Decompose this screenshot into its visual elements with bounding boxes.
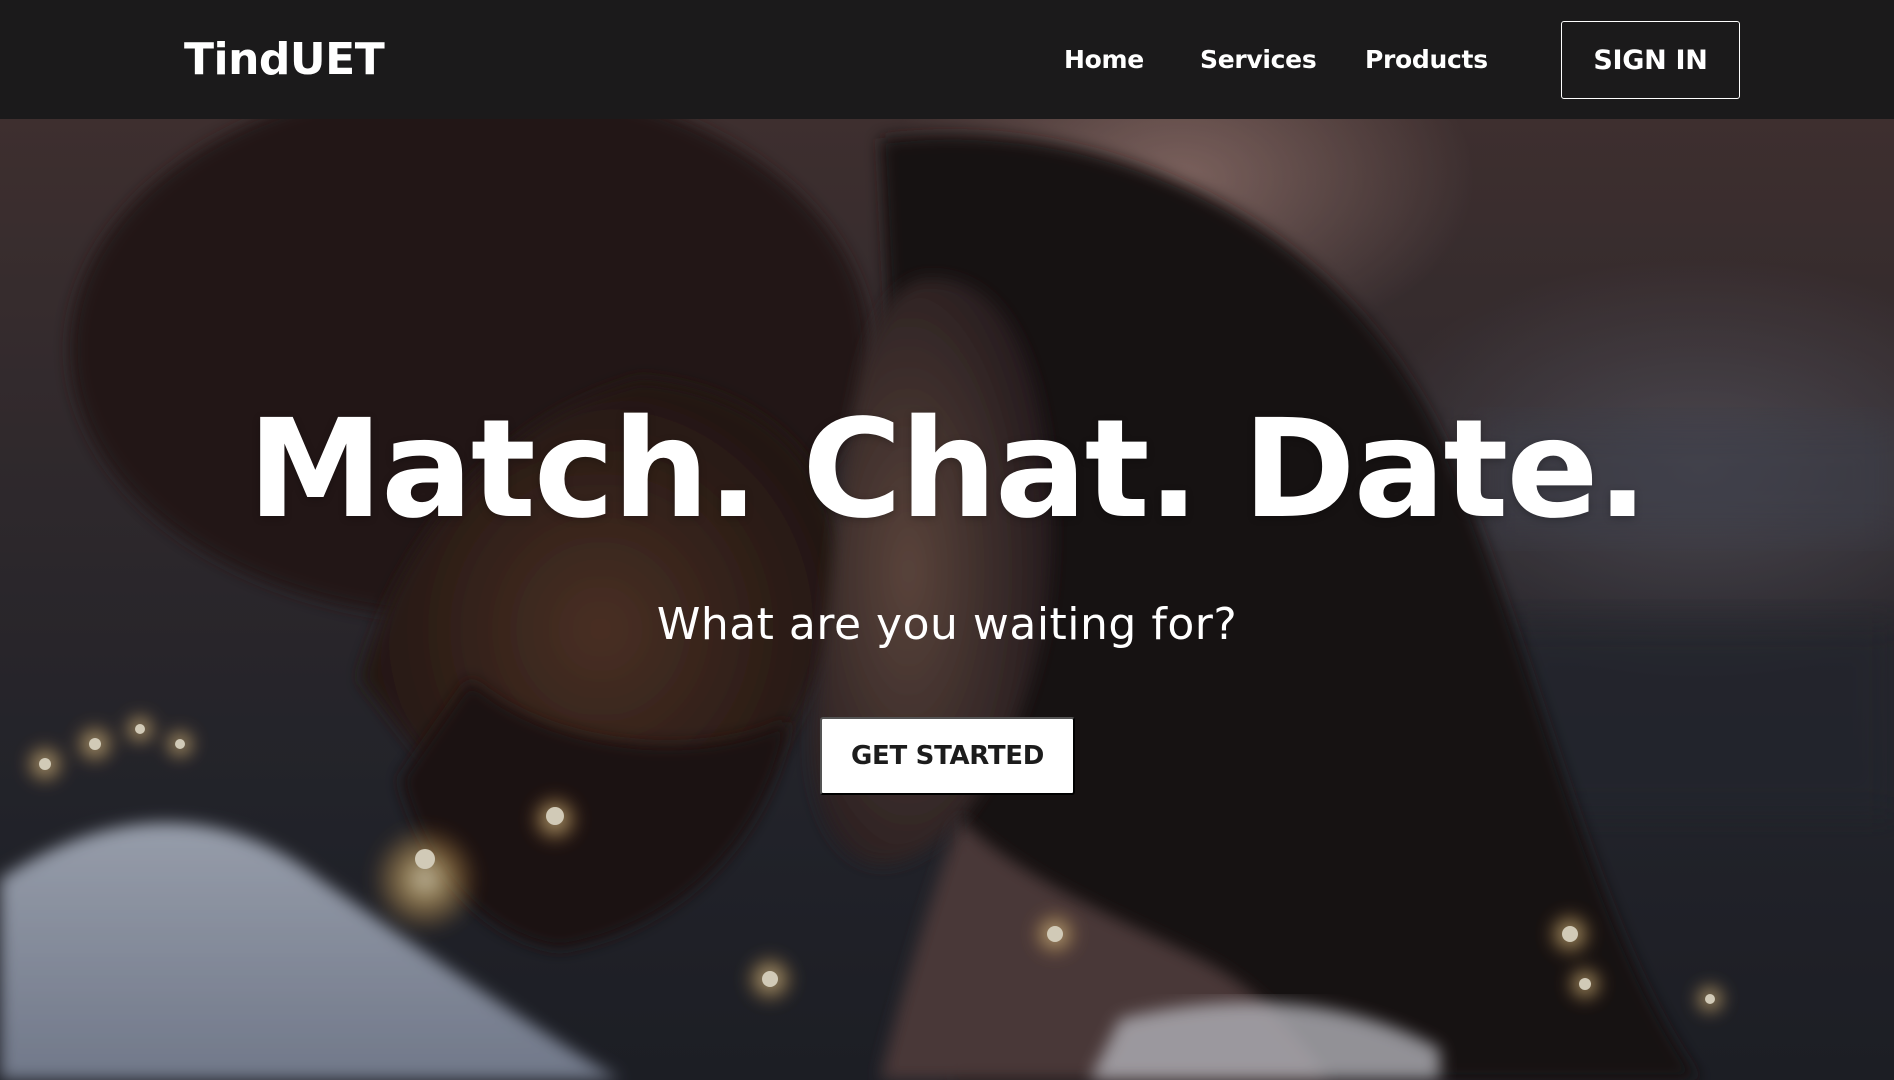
sign-in-button[interactable]: SIGN IN <box>1561 21 1740 99</box>
hero-section: Match. Chat. Date. What are you waiting … <box>0 119 1894 1080</box>
brand-logo[interactable]: TindUET <box>184 30 385 90</box>
hero-title: Match. Chat. Date. <box>247 391 1649 549</box>
navbar: TindUET Home Services Products SIGN IN <box>0 0 1894 119</box>
nav-link-services[interactable]: Services <box>1200 44 1317 76</box>
get-started-button[interactable]: GET STARTED <box>820 717 1075 795</box>
nav-link-products[interactable]: Products <box>1365 44 1488 76</box>
nav-link-home[interactable]: Home <box>1064 44 1144 76</box>
hero-subtitle: What are you waiting for? <box>656 599 1238 650</box>
